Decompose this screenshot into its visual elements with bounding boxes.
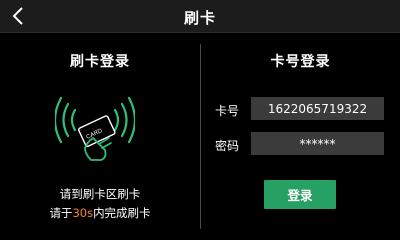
top-bar: 刷卡 — [0, 0, 400, 33]
password-field[interactable]: ****** — [251, 132, 384, 155]
card-swipe-heading: 刷卡登录 — [70, 54, 130, 70]
card-number-panel: 卡号登录 卡号 1622065719322 密码 ****** 登录 — [201, 34, 400, 240]
card-number-label: 卡号 — [214, 104, 239, 118]
password-label: 密码 — [214, 139, 239, 153]
login-button[interactable]: 登录 — [264, 180, 336, 209]
time-limit: 30s — [72, 206, 94, 220]
swipe-time-hint: 请于30s内完成刷卡 — [0, 205, 200, 221]
time-hint-prefix: 请于 — [49, 206, 73, 220]
page-title: 刷卡 — [183, 9, 216, 27]
card-number-field[interactable]: 1622065719322 — [251, 97, 384, 120]
card-tap-icon: CARD — [55, 96, 135, 161]
card-number-heading: 卡号登录 — [270, 54, 331, 70]
swipe-hint: 请到刷卡区刷卡 — [59, 187, 141, 201]
card-swipe-panel: 刷卡登录 CARD 请到刷卡区刷卡 请于30s内完成刷卡 — [0, 34, 200, 240]
time-hint-suffix: 内完成刷卡 — [93, 206, 151, 220]
